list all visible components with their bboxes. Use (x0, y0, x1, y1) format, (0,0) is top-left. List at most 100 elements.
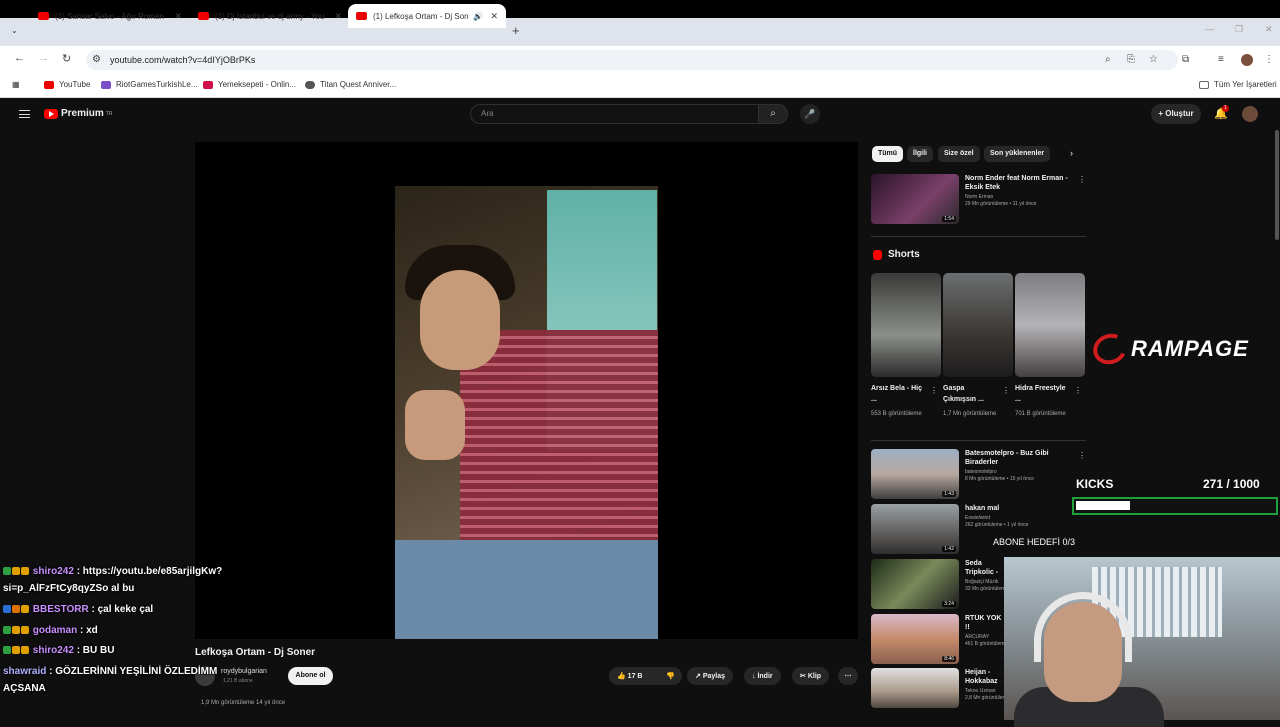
chat-username: shiro242 (32, 566, 74, 577)
install-icon[interactable]: ⎘ (1127, 54, 1135, 65)
avatar[interactable] (1242, 106, 1258, 122)
video-thumbnail[interactable]: 1:42 (871, 504, 959, 554)
badge-icon (21, 646, 29, 654)
scissors-icon: ✂ (800, 673, 808, 680)
badge-icon (3, 567, 11, 575)
short-views: 701 B görüntüleme (1015, 411, 1066, 417)
maximize-icon[interactable]: ❐ (1235, 24, 1243, 35)
close-icon[interactable]: ✕ (168, 11, 182, 22)
forward-icon[interactable]: → (38, 52, 49, 64)
rec-title[interactable]: Heijan - Hokkabaz Yarız Yokuz (965, 668, 1005, 686)
rampage-text: RAMPAGE (1131, 336, 1249, 361)
zoom-icon[interactable]: ⌕ (1105, 54, 1111, 65)
list-item[interactable]: 1:43 Batesmotelpro - Buz Gibi Biraderler… (871, 449, 1071, 499)
hamburger-menu-icon[interactable] (19, 110, 30, 118)
dislike-button[interactable]: 👎 (658, 667, 682, 685)
more-actions-button[interactable]: ⋯ (838, 667, 858, 685)
video-thumbnail[interactable]: 1:54 (871, 174, 959, 224)
minimize-icon[interactable]: — (1205, 24, 1214, 34)
create-label: Oluştur (1165, 109, 1194, 118)
kicks-count: 271 / 1000 (1203, 477, 1260, 491)
close-icon[interactable]: ✕ (484, 11, 498, 22)
tab-3-active[interactable]: (1) Lefkoşa Ortam - Dj Sone 🔊 ✕ (348, 4, 506, 28)
profile-avatar[interactable] (1241, 54, 1253, 66)
short-thumbnail[interactable] (1015, 273, 1085, 377)
speaker-icon[interactable]: 🔊 (473, 12, 483, 21)
rec-channel[interactable]: Norm Erman (965, 194, 1071, 200)
all-bookmarks[interactable]: Tüm Yer İşaretleri (1199, 80, 1277, 89)
channel-name[interactable]: roydybulgarian (221, 668, 267, 675)
short-thumbnail[interactable] (943, 273, 1013, 377)
chevron-right-icon[interactable]: › (1070, 148, 1073, 158)
tab-title: (1) Sansar Salvo - Ağır Roman (55, 11, 164, 21)
create-button[interactable]: + Oluştur (1151, 104, 1201, 124)
chip-recent[interactable]: Son yüklenenler (984, 146, 1051, 162)
chat-username: shiro242 (32, 645, 74, 656)
search-placeholder: Ara (481, 109, 494, 118)
bookmark-riot[interactable]: RiotGamesTurkishLe... (101, 80, 198, 89)
more-icon[interactable]: ⋮ (1078, 451, 1086, 460)
extensions-icon[interactable]: ⧉ (1182, 54, 1189, 65)
short-thumbnail[interactable] (871, 273, 941, 377)
chip-all[interactable]: Tümü (872, 146, 904, 162)
site-info-icon[interactable]: ⚙ (92, 54, 101, 65)
video-meta: 1,9 Mn görüntüleme 14 yıl önce (201, 700, 286, 706)
share-icon: ↗ (695, 673, 703, 680)
bookmark-youtube[interactable]: YouTube (44, 80, 90, 89)
video-thumbnail[interactable]: 1:43 (871, 449, 959, 499)
back-icon[interactable]: ← (14, 52, 25, 64)
tab-search-icon[interactable]: ⌄ (11, 26, 18, 35)
rec-channel[interactable]: Eowielwind (965, 515, 1071, 521)
chip-for-you[interactable]: Size özel (938, 146, 980, 162)
more-icon[interactable]: ⋮ (930, 386, 938, 395)
rec-channel[interactable]: batesmotelpro (965, 469, 1071, 475)
video-thumbnail[interactable]: 3:24 (871, 559, 959, 609)
apps-icon[interactable]: ▦ (12, 80, 20, 89)
subscribe-button[interactable]: Abone ol (288, 667, 333, 685)
voice-search-button[interactable]: 🎤 (800, 104, 820, 124)
clip-button[interactable]: ✂ Klip (792, 667, 830, 685)
download-button[interactable]: ↓ İndir (744, 667, 781, 685)
rec-title[interactable]: Seda Tripkolic - Yeşilini Özledim (965, 559, 1005, 577)
rec-title[interactable]: Batesmotelpro - Buz Gibi Biraderler (965, 449, 1071, 467)
more-icon[interactable]: ⋮ (1002, 386, 1010, 395)
short-title[interactable]: Arsız Bela - Hiç ... (871, 383, 926, 405)
short-title[interactable]: Gaspa Çıkmışsın ... (943, 383, 998, 405)
new-tab-icon[interactable]: + (512, 23, 520, 38)
close-window-icon[interactable]: ✕ (1265, 24, 1273, 35)
tab-1[interactable]: (1) Sansar Salvo - Ağır Roman ✕ (30, 4, 190, 28)
video-thumbnail[interactable]: 8:46 (871, 614, 959, 664)
youtube-premium-logo[interactable]: Premium TR (44, 108, 112, 119)
short-title[interactable]: Hidra Freestyle ... (1015, 383, 1070, 405)
rec-title[interactable]: Norm Ender feat Norm Erman - Eksik Etek (965, 174, 1071, 192)
share-button[interactable]: ↗ Paylaş (687, 667, 733, 685)
star-icon[interactable]: ☆ (1149, 54, 1158, 65)
close-icon[interactable]: ✕ (328, 11, 342, 22)
video-thumbnail[interactable] (871, 668, 959, 708)
page-scrollbar[interactable] (1275, 130, 1279, 240)
search-button[interactable]: ⌕ (758, 104, 788, 124)
rec-title[interactable]: hakan mal (965, 504, 1071, 513)
bookmark-titan-quest[interactable]: Titan Quest Anniver... (305, 80, 396, 89)
youtube-favicon-icon (38, 12, 49, 20)
media-icon[interactable]: ≡ (1218, 54, 1224, 65)
chat-text: : xd (80, 625, 98, 636)
chat-text: : https://youtu.be/e85arjilgKw? (76, 566, 223, 577)
like-button[interactable]: 👍 17 B (609, 667, 658, 685)
more-icon[interactable]: ⋮ (1074, 386, 1082, 395)
thumbs-up-icon: 👍 (617, 673, 628, 680)
bookmark-yemeksepeti[interactable]: Yemeksepeti - Onlin... (203, 80, 296, 89)
menu-icon[interactable]: ⋮ (1264, 54, 1274, 65)
list-item[interactable]: 1:54 Norm Ender feat Norm Erman - Eksik … (871, 174, 1071, 224)
video-frame-hand (405, 390, 465, 460)
chat-message: shawraid : GÖZLERİNNİ YEŞİLİNİ ÖZLEDİMM (3, 663, 217, 680)
clip-label: Klip (807, 672, 822, 680)
video-frame-face (420, 270, 500, 370)
search-input[interactable] (470, 104, 759, 124)
reload-icon[interactable]: ↻ (62, 52, 71, 65)
url-text[interactable]: youtube.com/watch?v=4dIYjOBrPKs (110, 55, 255, 65)
tab-2[interactable]: (1) Dj İstanbul ve dj army - You ✕ (190, 4, 350, 28)
more-icon[interactable]: ⋮ (1078, 175, 1086, 184)
rec-title[interactable]: RTÜK YOK !! (965, 614, 1005, 632)
chip-related[interactable]: İlgili (907, 146, 933, 162)
